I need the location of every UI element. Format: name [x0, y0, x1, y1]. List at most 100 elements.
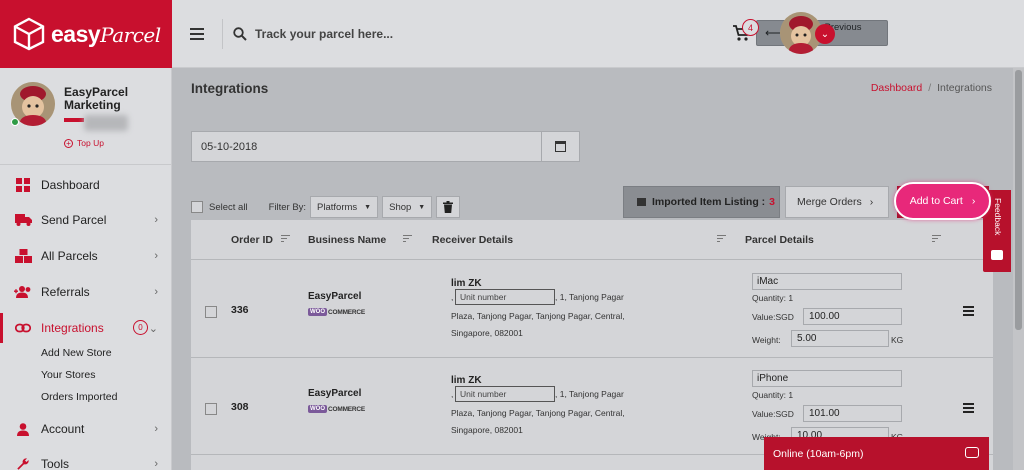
- sidebar-item-send-parcel[interactable]: Send Parcel ›: [0, 205, 172, 235]
- chevron-right-icon: ›: [154, 423, 158, 435]
- woocommerce-logo: WOO COMMERCE: [308, 405, 366, 413]
- filter-bar: Select all Filter By: Platforms ▼ Shop ▼: [191, 195, 461, 219]
- value-input[interactable]: [803, 308, 902, 325]
- cart-count-badge: 4: [742, 19, 759, 36]
- weight-unit: KG: [891, 335, 904, 345]
- menu-icon[interactable]: [190, 28, 204, 43]
- top-up-link[interactable]: + Top Up: [64, 138, 104, 148]
- receiver-address-prefix: ,: [451, 292, 454, 302]
- business-name: EasyParcel: [308, 388, 362, 399]
- select-all-label: Select all: [209, 201, 248, 213]
- sidebar-subitem-orders-imported[interactable]: Orders Imported: [41, 391, 117, 403]
- feedback-icon: [991, 250, 1003, 260]
- item-name-input[interactable]: [752, 370, 902, 387]
- woocommerce-logo: WOO COMMERCE: [308, 308, 366, 316]
- sidebar-item-label: Referrals: [41, 285, 90, 299]
- sidebar-item-label: All Parcels: [41, 249, 98, 263]
- receiver-name: lim ZK: [451, 278, 482, 289]
- row-checkbox[interactable]: [205, 306, 217, 318]
- row-menu-icon[interactable]: [963, 403, 974, 415]
- weight-label: Weight:: [752, 335, 781, 345]
- imported-item-listing-button[interactable]: Imported Item Listing : 3: [623, 186, 780, 218]
- online-status-dot: [11, 118, 19, 126]
- receiver-address-prefix: ,: [451, 389, 454, 399]
- chat-status-label: Online (10am-6pm): [773, 447, 864, 460]
- sidebar-subitem-your-stores[interactable]: Your Stores: [41, 369, 95, 381]
- value-label: Value:SGD: [752, 409, 794, 419]
- sidebar-item-label: Integrations: [41, 321, 104, 335]
- users-plus-icon: [14, 284, 32, 300]
- receiver-address-line1: , 1, Tanjong Pagar: [555, 292, 624, 302]
- sidebar-item-account[interactable]: Account ›: [0, 414, 172, 444]
- user-icon: [14, 421, 32, 437]
- breadcrumb-dashboard-link[interactable]: Dashboard: [871, 82, 922, 94]
- chevron-down-icon: ⌄: [148, 322, 158, 335]
- track-parcel-input[interactable]: [255, 27, 475, 41]
- column-header-order-id[interactable]: Order ID: [231, 234, 273, 246]
- row-menu-icon[interactable]: [963, 306, 974, 318]
- brand-logo[interactable]: easyParcel: [0, 0, 172, 68]
- sort-icon[interactable]: [403, 235, 412, 244]
- sidebar-item-referrals[interactable]: Referrals ›: [0, 277, 172, 307]
- link-icon: [14, 320, 32, 336]
- sidebar-item-tools[interactable]: Tools ›: [0, 449, 172, 470]
- unit-number-input[interactable]: [455, 289, 555, 305]
- trash-icon: [443, 201, 454, 213]
- sort-icon[interactable]: [932, 235, 941, 244]
- top-bar: ⟵ Back to Previous Version: [172, 0, 1024, 68]
- date-input[interactable]: [192, 132, 542, 161]
- sort-icon[interactable]: [717, 235, 726, 244]
- filter-by-label: Filter By:: [268, 201, 307, 213]
- column-header-parcel-details[interactable]: Parcel Details: [745, 234, 814, 246]
- chevron-right-icon: ›: [154, 286, 158, 298]
- chevron-right-icon: ›: [154, 214, 158, 226]
- business-name: EasyParcel: [308, 291, 362, 302]
- column-header-business-name[interactable]: Business Name: [308, 234, 386, 246]
- shop-select[interactable]: Shop ▼: [382, 196, 433, 218]
- row-checkbox[interactable]: [205, 403, 217, 415]
- online-chat-widget[interactable]: Online (10am-6pm): [764, 437, 989, 470]
- merge-orders-button[interactable]: Merge Orders ›: [785, 186, 889, 218]
- chevron-down-icon[interactable]: ⌄: [815, 24, 835, 44]
- receiver-address-line2: Plaza, Tanjong Pagar, Tanjong Pagar, Cen…: [451, 408, 625, 418]
- scrollbar-thumb[interactable]: [1015, 70, 1022, 330]
- sidebar-item-label: Dashboard: [41, 178, 100, 192]
- sidebar-item-dashboard[interactable]: Dashboard: [0, 170, 172, 200]
- parcel-box-icon: [12, 17, 46, 51]
- sidebar-item-all-parcels[interactable]: All Parcels ›: [0, 241, 172, 271]
- platforms-select[interactable]: Platforms ▼: [310, 196, 379, 218]
- sort-icon[interactable]: [281, 235, 290, 244]
- receiver-address-line3: Singapore, 082001: [451, 328, 523, 338]
- weight-input[interactable]: [791, 330, 889, 347]
- profile-name: EasyParcel Marketing: [64, 85, 129, 112]
- table-row: 336 EasyParcel WOOCOMMERCE lim ZK , , 1,…: [191, 261, 993, 358]
- receiver-address-line1: , 1, Tanjong Pagar: [555, 389, 624, 399]
- delete-button[interactable]: [436, 196, 461, 218]
- table-header: Order ID Business Name Receiver Details …: [191, 220, 993, 260]
- column-header-receiver-details[interactable]: Receiver Details: [432, 234, 513, 246]
- breadcrumb: Dashboard / Integrations: [870, 82, 992, 94]
- sidebar-subitem-add-new-store[interactable]: Add New Store: [41, 347, 112, 359]
- sidebar-item-label: Tools: [41, 457, 70, 470]
- item-name-input[interactable]: [752, 273, 902, 290]
- boxes-icon: [14, 248, 32, 264]
- value-input[interactable]: [803, 405, 902, 422]
- unit-number-input[interactable]: [455, 386, 555, 402]
- calendar-icon[interactable]: [555, 141, 566, 152]
- orders-table: Order ID Business Name Receiver Details …: [191, 220, 993, 470]
- imported-count: 3: [769, 196, 776, 208]
- search-bar: [222, 19, 475, 49]
- list-icon: [637, 198, 646, 206]
- credit-bar: [64, 118, 84, 122]
- feedback-label: Feedback: [993, 198, 1003, 236]
- chevron-right-icon: ›: [869, 196, 874, 208]
- sidebar-item-integrations[interactable]: Integrations 0 ⌄: [0, 313, 172, 343]
- select-all-checkbox[interactable]: [191, 201, 203, 213]
- sidebar: EasyParcel Marketing + Top Up Dashboard S…: [0, 68, 172, 470]
- date-picker: [191, 131, 580, 162]
- integrations-count-badge: 0: [133, 320, 148, 335]
- caret-down-icon: ▼: [418, 203, 426, 211]
- wrench-icon: [14, 456, 32, 470]
- dashboard-icon: [14, 177, 32, 193]
- add-to-cart-button[interactable]: Add to Cart ›: [894, 182, 991, 220]
